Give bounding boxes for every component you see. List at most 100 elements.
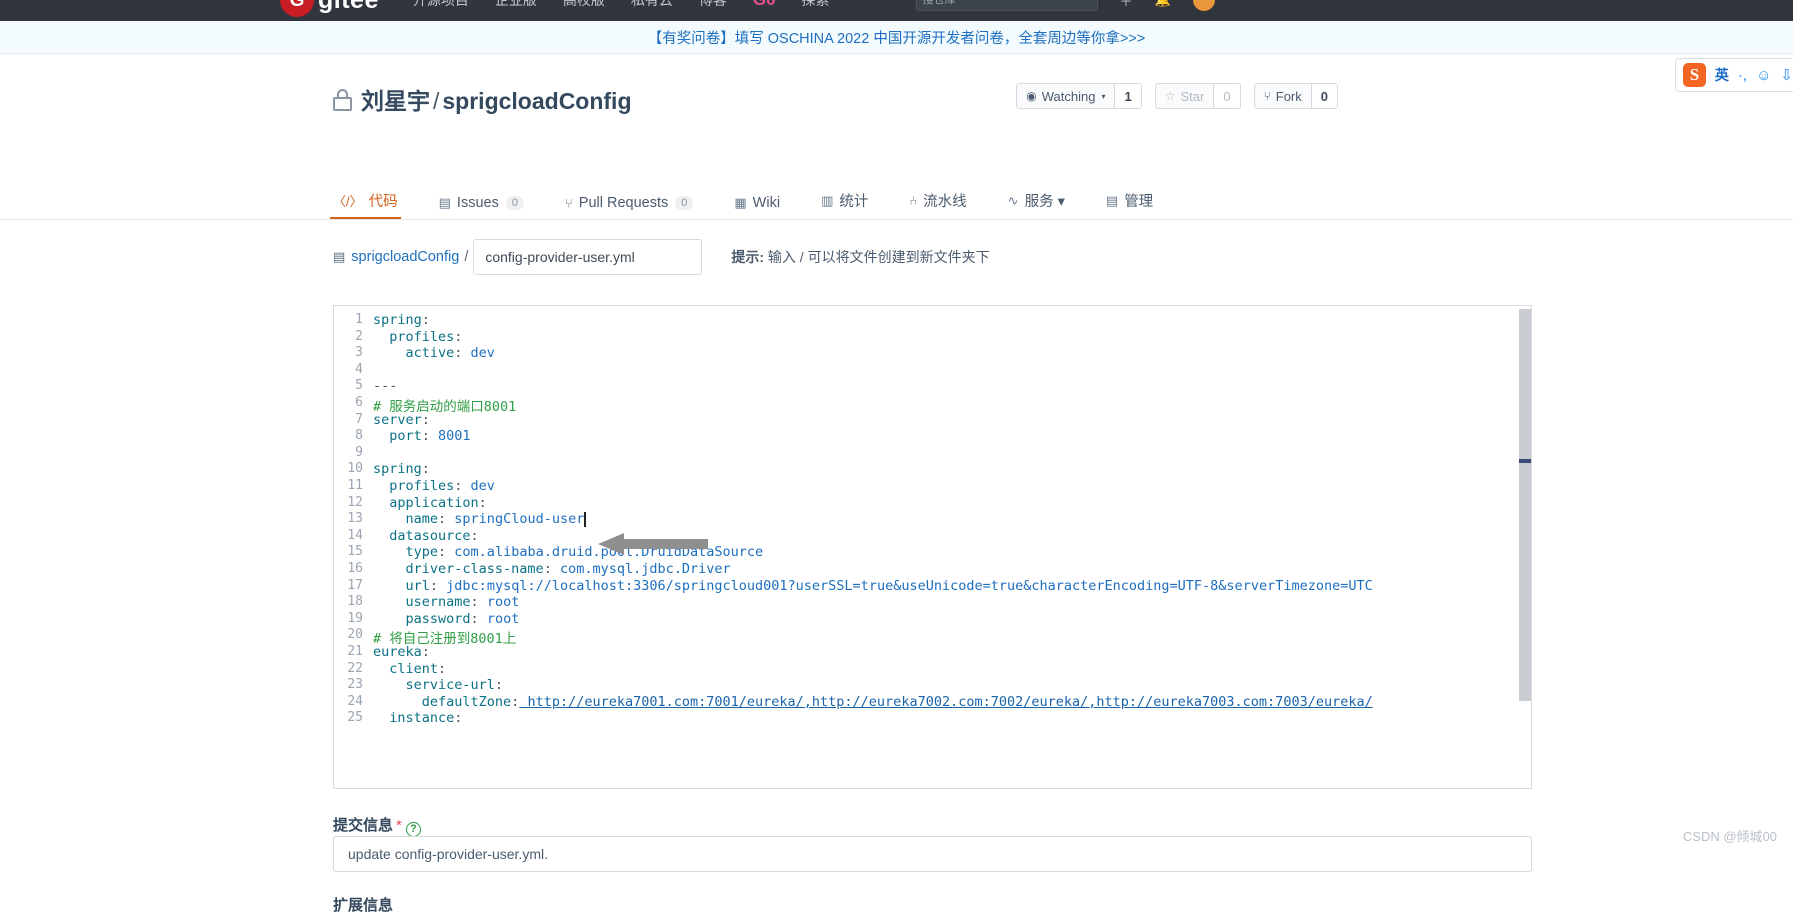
gitee-brand-text[interactable]: gitee	[318, 0, 379, 15]
code-line[interactable]: defaultZone: http://eureka7001.com:7001/…	[373, 694, 1373, 710]
repo-page: 刘星宇 / sprigcloadConfig ◉ Watching ▾ 1 ☆ St…	[0, 54, 1793, 914]
code-line[interactable]: instance:	[373, 710, 462, 726]
page-title: 刘星宇 / sprigcloadConfig	[361, 82, 632, 116]
tab-pipeline[interactable]: ⑃ 流水线	[909, 190, 966, 220]
ime-language-mode[interactable]: 英	[1715, 65, 1729, 85]
topnav-item-blog[interactable]: 博客	[699, 0, 727, 10]
line-number: 15	[347, 544, 363, 560]
code-line[interactable]: client:	[373, 661, 446, 677]
code-line[interactable]: driver-class-name: com.mysql.jdbc.Driver	[373, 561, 731, 577]
tab-service[interactable]: ∿ 服务 ▾	[1008, 190, 1065, 220]
code-line[interactable]: ---	[373, 378, 397, 394]
chevron-down-icon: ▾	[1101, 91, 1106, 101]
breadcrumb-repo-link[interactable]: sprigcloadConfig	[351, 249, 459, 265]
avatar[interactable]	[1192, 0, 1215, 11]
repo-name[interactable]: sprigcloadConfig	[442, 88, 631, 114]
topnav-item-privatecloud[interactable]: 私有云	[631, 0, 673, 10]
topnav-item-opensource[interactable]: 开源项目	[413, 0, 469, 10]
code-token: application	[373, 494, 479, 511]
line-number: 20	[347, 627, 363, 643]
sogou-ime-toolbar[interactable]: S 英 ·, ☺ ⇩	[1675, 58, 1793, 92]
repo-owner[interactable]: 刘星宇	[361, 88, 430, 114]
tab-issues[interactable]: ▤ Issues 0	[439, 195, 524, 220]
filename-hint-bold: 提示:	[731, 249, 765, 265]
code-line[interactable]: password: root	[373, 611, 520, 627]
ime-emoji-icon[interactable]: ☺	[1756, 67, 1771, 84]
plus-icon[interactable]: ＋	[1120, 0, 1133, 10]
fork-label: Fork	[1275, 88, 1302, 104]
watch-button[interactable]: ◉ Watching ▾ 1	[1016, 83, 1142, 109]
topnav-item-university[interactable]: 高校版	[563, 0, 605, 10]
code-line[interactable]: server:	[373, 412, 430, 428]
code-token: spring	[373, 312, 422, 328]
code-editor[interactable]: 1 2 3 4 5 6 7 8 9 10 11 12 13 14 15 16 17 18 19 20 21 22 23 24 2…	[333, 305, 1532, 789]
code-token: driver-class-name	[373, 561, 544, 577]
fork-button[interactable]: ⑂ Fork 0	[1253, 83, 1338, 109]
topnav-item-go[interactable]: G0	[753, 0, 776, 10]
question-mark-icon[interactable]: ?	[405, 822, 421, 837]
manage-icon: ▤	[1105, 192, 1119, 208]
code-token: dev	[462, 478, 495, 494]
topnav-search-input[interactable]: 搜仓库	[915, 0, 1098, 11]
code-token: profiles	[373, 478, 455, 494]
watch-button-main[interactable]: ◉ Watching ▾	[1017, 84, 1116, 108]
topnav-item-explore[interactable]: 探索	[802, 0, 830, 10]
ime-punctuation-icon[interactable]: ·,	[1738, 67, 1747, 84]
code-line[interactable]: active: dev	[373, 345, 495, 361]
code-line[interactable]: profiles: dev	[373, 478, 495, 494]
code-token: defaultZone	[373, 693, 512, 710]
promo-banner-link[interactable]: 【有奖问卷】填写 OSCHINA 2022 中国开源开发者问卷，全套周边等你拿>…	[648, 27, 1146, 48]
code-token: :	[470, 594, 479, 611]
sogou-logo-icon[interactable]: S	[1683, 63, 1706, 87]
editor-scrollbar[interactable]	[1519, 309, 1531, 701]
code-token: :	[421, 428, 430, 445]
eye-icon: ◉	[1026, 89, 1037, 103]
code-line[interactable]: datasource:	[373, 528, 478, 544]
promo-banner[interactable]: 【有奖问卷】填写 OSCHINA 2022 中国开源开发者问卷，全套周边等你拿>…	[0, 21, 1793, 54]
code-line[interactable]: username: root	[373, 594, 520, 611]
tab-manage[interactable]: ▤ 管理	[1106, 190, 1153, 220]
code-token: :	[478, 494, 487, 511]
line-number: 3	[355, 345, 363, 361]
fork-button-main[interactable]: ⑂ Fork	[1255, 84, 1312, 108]
code-line[interactable]: spring:	[373, 312, 430, 328]
code-line[interactable]: application:	[373, 495, 487, 511]
ime-more-icon[interactable]: ⇩	[1780, 66, 1793, 84]
service-icon: ∿	[1007, 192, 1019, 208]
star-icon: ☆	[1164, 89, 1176, 103]
code-token: port	[373, 428, 422, 445]
star-button[interactable]: ☆ Star 0	[1154, 83, 1241, 109]
bell-icon[interactable]: 🔔	[1155, 0, 1171, 8]
code-token: eureka	[373, 644, 422, 660]
code-line[interactable]: spring:	[373, 461, 430, 477]
code-token: :	[454, 328, 463, 345]
tab-wiki[interactable]: ▦ Wiki	[734, 195, 780, 220]
code-token: service-url	[373, 677, 495, 694]
code-line[interactable]: port: 8001	[373, 428, 470, 445]
line-number: 7	[355, 411, 363, 427]
code-token: active	[373, 345, 455, 362]
extended-info-label: 扩展信息	[333, 897, 394, 914]
gitee-logo-icon[interactable]: G	[280, 0, 314, 17]
tab-stats[interactable]: ▥ 统计	[821, 190, 868, 220]
line-number: 16	[347, 561, 363, 576]
tab-pull-requests[interactable]: ⑂ Pull Requests 0	[565, 195, 694, 220]
topnav-item-enterprise[interactable]: 企业版	[495, 0, 537, 10]
scrollbar-position-marker	[1519, 459, 1531, 463]
star-button-main[interactable]: ☆ Star	[1156, 84, 1215, 108]
code-content-area[interactable]: spring: profiles: active: dev --- # 服务启动的端…	[370, 306, 1519, 788]
filename-hint-rest: 输入 / 可以将文件创建到新文件夹下	[764, 249, 990, 265]
code-line[interactable]: eureka:	[373, 644, 430, 660]
commit-message-input[interactable]	[333, 836, 1532, 872]
code-line[interactable]: profiles:	[373, 329, 462, 345]
code-line[interactable]: url: jdbc:mysql://localhost:3306/springc…	[373, 578, 1373, 594]
filename-input[interactable]	[473, 239, 703, 275]
code-line[interactable]: name: springCloud-user	[373, 511, 585, 527]
code-line[interactable]: service-url:	[373, 677, 504, 694]
tab-code[interactable]: 〈/〉 代码	[330, 190, 401, 220]
code-token: :	[454, 710, 463, 727]
line-number: 5	[355, 378, 363, 394]
line-number: 21	[347, 644, 363, 659]
code-token: instance	[373, 710, 455, 727]
line-number: 25	[347, 710, 363, 726]
